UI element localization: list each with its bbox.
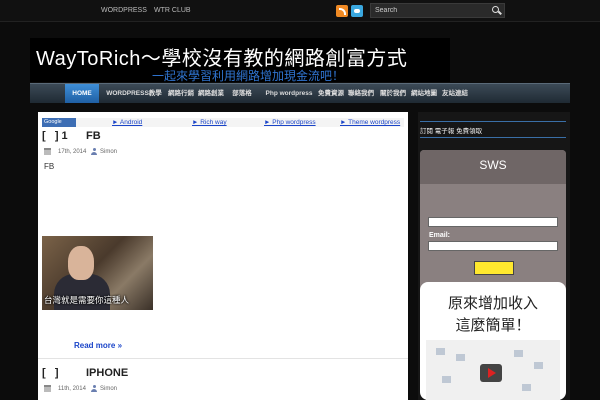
top-link-wtr-club[interactable]: WTR CLUB — [154, 7, 191, 14]
nav-item-11[interactable]: 友站連結 — [442, 84, 468, 103]
diagram-node — [514, 350, 523, 357]
ad-link-bar: Google ► Android ► Rich way ► Php wordpr… — [42, 118, 404, 127]
nav-item-7[interactable]: 免費資源 — [318, 84, 344, 103]
top-link-wordpress[interactable]: WORDPRESS — [101, 7, 147, 14]
search-input[interactable] — [371, 4, 489, 17]
nav-item-wordpress[interactable]: WORDPRESS教學 — [104, 84, 164, 103]
user-icon — [91, 385, 97, 392]
nav-item-3[interactable]: 網路行銷 — [168, 84, 194, 103]
email-field[interactable] — [428, 241, 558, 251]
ad-link-android[interactable]: ► Android — [112, 118, 142, 127]
sidebar-divider — [420, 137, 566, 138]
rss-icon[interactable] — [336, 5, 348, 17]
ad-link-theme-wordpress[interactable]: ► Theme wordpress — [340, 118, 400, 127]
search-icon[interactable] — [492, 6, 499, 13]
twitter-icon[interactable] — [351, 5, 363, 17]
diagram-node — [436, 348, 445, 355]
diagram-node — [534, 362, 543, 369]
site-banner[interactable]: WayToRich～學校沒有教的網路創富方式 一起來學習利用網路增加現金流吧！ — [30, 38, 450, 83]
main-nav: HOME WORDPRESS教學 網路行銷 網路創業 部落格 Php wordp… — [30, 83, 570, 103]
post-date: 11th, 2014 — [58, 386, 86, 392]
post-title[interactable]: [ ] IPHONE — [42, 367, 128, 379]
ad-diagram — [426, 340, 560, 400]
post-divider — [38, 358, 408, 359]
ad-subheadline: 這麼簡單！ — [455, 317, 531, 334]
image-person-face — [68, 246, 94, 280]
nav-item-8[interactable]: 聯絡我們 — [348, 84, 374, 103]
post-title[interactable]: [ ] 1 FB — [42, 130, 101, 142]
site-subtitle: 一起來學習利用網路增加現金流吧！ — [152, 69, 345, 83]
main-content: Google ► Android ► Rich way ► Php wordpr… — [38, 112, 408, 400]
subscribe-button[interactable] — [474, 261, 514, 275]
sidebar-divider — [420, 121, 566, 122]
ad-link-rich-way[interactable]: ► Rich way — [192, 118, 227, 127]
post-excerpt: FB — [44, 162, 55, 171]
nav-item-4[interactable]: 網路創業 — [198, 84, 224, 103]
subscribe-widget: SWS Email: — [420, 150, 566, 294]
sidebar: 訂閱 電子報 免費領取 SWS Email: 原來增加收入 這麼簡單！ — [418, 112, 570, 400]
top-bar: WORDPRESS WTR CLUB — [0, 0, 600, 22]
calendar-icon — [44, 148, 51, 155]
post-author[interactable]: Simon — [100, 386, 117, 392]
post-date: 17th, 2014 — [58, 149, 87, 155]
read-more-link[interactable]: Read more » — [74, 341, 122, 350]
name-field[interactable] — [428, 217, 558, 227]
sidebar-ad[interactable]: 原來增加收入 這麼簡單！ — [420, 282, 566, 400]
subscribe-title: SWS — [479, 158, 507, 172]
diagram-node — [442, 376, 451, 383]
nav-item-9[interactable]: 關於我們 — [380, 84, 406, 103]
image-caption: 台灣就是需要你這種人 — [44, 295, 130, 305]
subscribe-header: SWS — [420, 150, 566, 184]
user-icon — [91, 148, 97, 155]
search-box — [370, 3, 505, 18]
nav-item-home[interactable]: HOME — [65, 84, 99, 103]
nav-item-php-wordpress[interactable]: Php wordpress — [264, 84, 314, 103]
post-image[interactable]: 台灣就是需要你這種人 — [42, 236, 153, 310]
sidebar-heading: 訂閱 電子報 免費領取 — [420, 128, 483, 135]
play-icon[interactable] — [480, 364, 502, 382]
diagram-node — [522, 384, 531, 391]
post-author[interactable]: Simon — [100, 149, 117, 155]
calendar-icon — [44, 385, 51, 392]
ad-link-php-wordpress[interactable]: ► Php wordpress — [264, 118, 316, 127]
google-badge: Google — [42, 118, 76, 127]
nav-item-10[interactable]: 網站地圖 — [411, 84, 437, 103]
ad-headline: 原來增加收入 — [447, 295, 538, 312]
diagram-node — [456, 354, 465, 361]
email-label: Email: — [429, 232, 451, 239]
nav-item-5[interactable]: 部落格 — [229, 84, 255, 103]
